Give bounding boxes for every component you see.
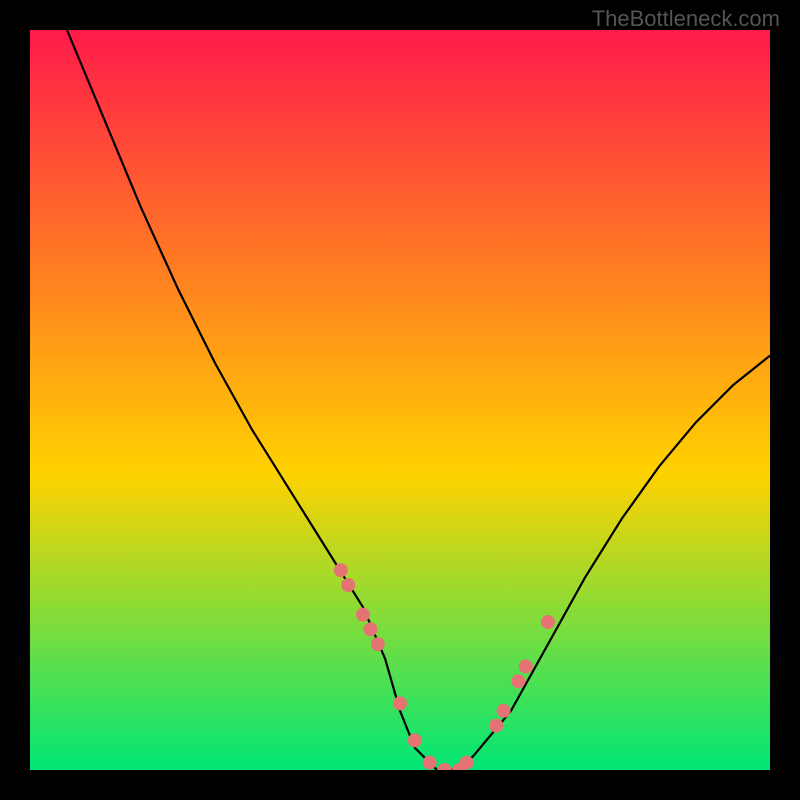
data-marker xyxy=(334,563,348,577)
data-marker xyxy=(356,608,370,622)
data-marker xyxy=(393,696,407,710)
data-marker xyxy=(341,578,355,592)
plot-background xyxy=(30,30,770,770)
data-marker xyxy=(511,674,525,688)
data-marker xyxy=(541,615,555,629)
watermark-text: TheBottleneck.com xyxy=(592,6,780,32)
data-marker xyxy=(519,659,533,673)
data-marker xyxy=(460,756,474,770)
data-marker xyxy=(489,719,503,733)
data-marker xyxy=(371,637,385,651)
chart-frame: TheBottleneck.com xyxy=(0,0,800,800)
data-marker xyxy=(423,756,437,770)
chart-svg xyxy=(0,0,800,800)
data-marker xyxy=(363,622,377,636)
data-marker xyxy=(497,704,511,718)
data-marker xyxy=(408,733,422,747)
